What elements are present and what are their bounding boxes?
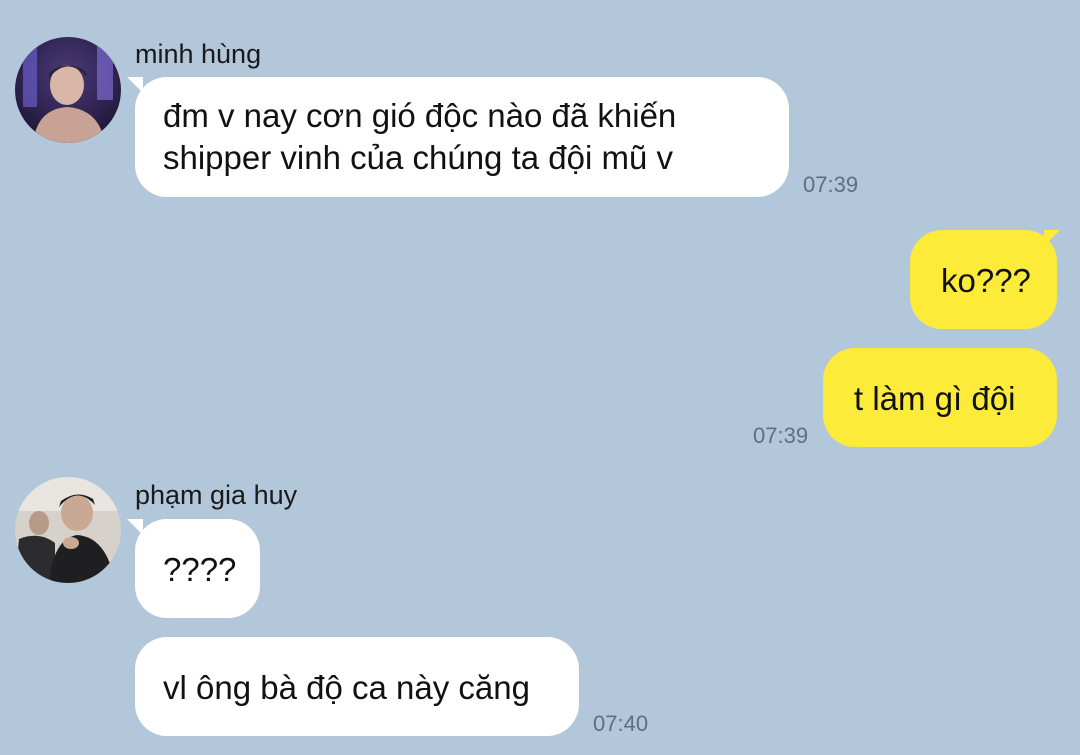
message-time: 07:39 — [753, 423, 809, 448]
avatar-photo-icon — [15, 477, 121, 583]
message-time: 07:40 — [593, 711, 649, 736]
message-text: ???? — [163, 551, 237, 588]
message-text: t làm gì đội — [854, 380, 1016, 417]
bubble-tail — [1044, 230, 1060, 246]
message-bubble-outgoing[interactable]: t làm gì đội — [823, 348, 1057, 447]
message-bubble-outgoing[interactable]: ko??? — [910, 230, 1057, 329]
message-bubble[interactable]: đm v nay cơn gió độc nào đã khiến shippe… — [135, 77, 789, 197]
message-text: vl ông bà độ ca này căng — [163, 669, 530, 706]
avatar[interactable] — [15, 37, 121, 143]
chat-thread[interactable]: minh hùng đm v nay cơn gió độc nào đã kh… — [0, 0, 1080, 755]
avatar-photo-icon — [15, 37, 121, 143]
message-text: shipper vinh của chúng ta đội mũ v — [163, 139, 673, 176]
sender-name: minh hùng — [135, 39, 262, 69]
message-text: ko??? — [941, 262, 1031, 299]
message-text: đm v nay cơn gió độc nào đã khiến — [163, 97, 677, 134]
avatar[interactable] — [15, 477, 121, 583]
message-bubble[interactable]: vl ông bà độ ca này căng — [135, 637, 579, 736]
sender-name: phạm gia huy — [135, 480, 298, 510]
message-time: 07:39 — [803, 172, 859, 197]
message-bubble[interactable]: ???? — [135, 519, 260, 618]
